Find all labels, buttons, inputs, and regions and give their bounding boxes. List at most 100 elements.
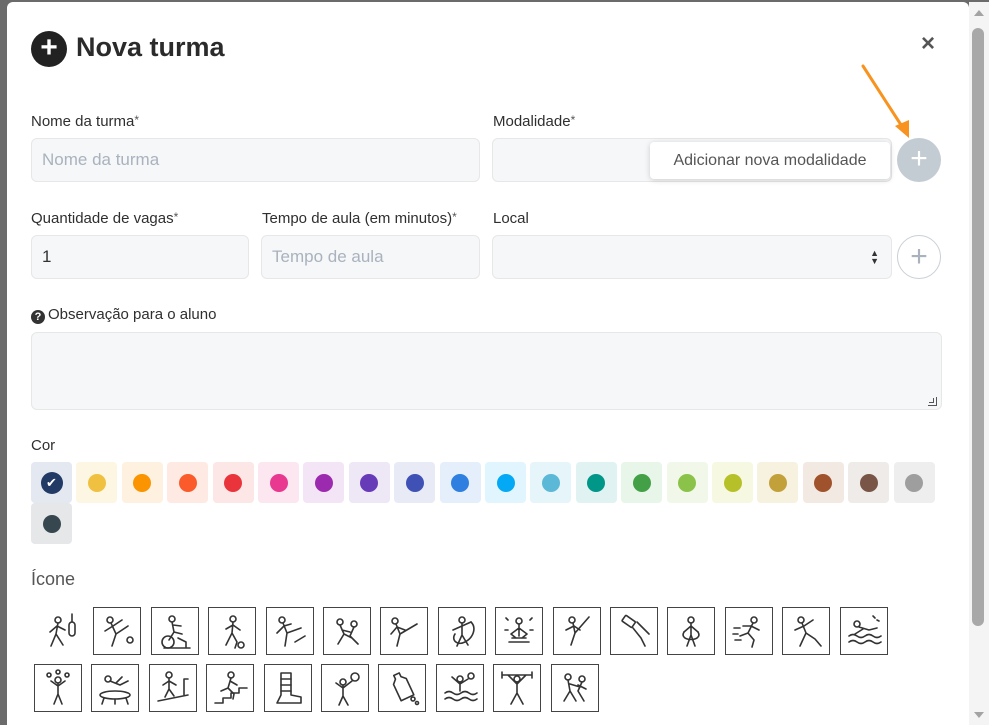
scroll-up-icon[interactable]: [974, 10, 984, 16]
soccer-icon[interactable]: [208, 607, 257, 655]
swimming-icon[interactable]: [839, 607, 888, 655]
color-swatch[interactable]: [893, 462, 935, 503]
running-icon[interactable]: [724, 607, 773, 655]
weightlifting-icon[interactable]: [493, 664, 542, 712]
color-dot: [632, 473, 651, 492]
color-swatch[interactable]: [212, 462, 254, 503]
close-icon[interactable]: ×: [921, 32, 935, 56]
color-swatch[interactable]: [575, 462, 617, 503]
volleyball-icon[interactable]: [321, 664, 369, 712]
add-local-button[interactable]: +: [897, 235, 941, 279]
boot-icon[interactable]: [263, 664, 312, 712]
meditation-icon[interactable]: [495, 607, 544, 655]
color-swatch[interactable]: [303, 462, 345, 503]
color-dot: [451, 473, 470, 492]
cor-label: Cor: [31, 437, 56, 454]
observacao-label: ? Observação para o aluno: [31, 306, 216, 324]
add-modalidade-button[interactable]: +: [897, 138, 941, 182]
color-swatch[interactable]: [258, 462, 299, 503]
color-dot: [723, 473, 742, 492]
color-dot: [814, 473, 833, 492]
judo-throw-icon[interactable]: [323, 607, 371, 655]
gymnastics-ribbon-icon[interactable]: [437, 607, 486, 655]
painting-roller-icon[interactable]: [610, 607, 658, 655]
color-dot: [42, 514, 61, 533]
color-dot: [678, 473, 697, 492]
nome-turma-input[interactable]: Nome da turma: [31, 138, 480, 182]
color-dot: [859, 473, 878, 492]
color-dot: [541, 473, 560, 492]
vagas-input[interactable]: 1: [31, 235, 249, 279]
required-mark: *: [173, 210, 179, 224]
color-dot: [496, 473, 515, 492]
color-swatch[interactable]: [666, 462, 708, 503]
color-swatch[interactable]: [167, 462, 209, 503]
color-swatch[interactable]: [712, 462, 753, 503]
color-swatch[interactable]: [439, 462, 481, 503]
scroll-down-icon[interactable]: [974, 712, 984, 718]
tempo-placeholder: Tempo de aula: [272, 247, 384, 266]
tempo-label-text: Tempo de aula (em minutos): [262, 210, 453, 227]
boxing-icon[interactable]: [36, 607, 84, 655]
color-swatch[interactable]: [76, 462, 118, 503]
color-dot: [905, 473, 924, 492]
treadmill-icon[interactable]: [148, 664, 197, 712]
color-swatch[interactable]: [121, 462, 163, 503]
color-dot: ✔: [40, 471, 63, 494]
stairs-climb-icon[interactable]: [206, 664, 255, 712]
local-label: Local: [493, 210, 529, 227]
color-swatch[interactable]: [802, 462, 844, 503]
taekwondo-icon[interactable]: [380, 607, 429, 655]
color-dot: [224, 473, 243, 492]
check-icon: ✔: [46, 475, 57, 490]
resize-handle-icon[interactable]: [928, 397, 937, 406]
kick-icon[interactable]: [93, 607, 142, 655]
color-dot: [133, 473, 152, 492]
plus-icon: +: [910, 240, 928, 273]
color-dot: [768, 473, 787, 492]
color-swatch[interactable]: [621, 462, 663, 503]
observacao-textarea[interactable]: [31, 332, 942, 410]
color-swatch[interactable]: [530, 462, 572, 503]
select-arrows-icon: ▲ ▼: [870, 248, 879, 266]
dance-icon[interactable]: [782, 607, 831, 655]
color-swatch[interactable]: [348, 462, 390, 503]
required-mark: *: [452, 210, 457, 224]
modal-title: Nova turma: [76, 32, 225, 62]
color-dot: [587, 473, 606, 492]
color-dot: [87, 473, 106, 492]
trampoline-icon[interactable]: [91, 664, 140, 712]
color-swatch[interactable]: [757, 462, 799, 503]
nova-turma-modal: + Nova turma × Nome da turma* Nome da tu…: [7, 2, 969, 725]
orange-arrow-annotation: [861, 64, 909, 138]
color-swatch[interactable]: [394, 462, 436, 503]
modalidade-label: Modalidade*: [493, 113, 575, 130]
color-swatch[interactable]: [31, 503, 72, 544]
vagas-label: Quantidade de vagas*: [31, 210, 178, 227]
required-mark: *: [570, 113, 576, 127]
question-circle-icon: ?: [31, 310, 45, 324]
nome-turma-label-text: Nome da turma: [31, 113, 135, 130]
required-mark: *: [134, 113, 140, 127]
nome-turma-placeholder: Nome da turma: [42, 150, 160, 169]
color-swatch[interactable]: [848, 462, 890, 503]
wrestling-icon[interactable]: [550, 664, 599, 712]
plus-icon: +: [910, 142, 928, 175]
color-dot: [405, 473, 424, 492]
color-swatch[interactable]: ✔: [31, 462, 72, 503]
water-bottle-icon[interactable]: [378, 664, 427, 712]
jump-rope-icon[interactable]: [667, 607, 716, 655]
plus-circle-icon: +: [31, 31, 67, 67]
tempo-input[interactable]: Tempo de aula: [261, 235, 480, 279]
nome-turma-label: Nome da turma*: [31, 113, 139, 130]
water-polo-icon[interactable]: [435, 664, 484, 712]
martial-kick-icon[interactable]: [265, 607, 314, 655]
color-dot: [178, 473, 197, 492]
high-kick-icon[interactable]: [552, 607, 601, 655]
local-select[interactable]: ▲ ▼: [492, 235, 892, 279]
juggling-icon[interactable]: [34, 664, 82, 712]
scrollbar[interactable]: [969, 2, 989, 725]
spinning-bike-icon[interactable]: [150, 607, 199, 655]
color-swatch[interactable]: [485, 462, 526, 503]
scroll-thumb[interactable]: [972, 28, 984, 626]
